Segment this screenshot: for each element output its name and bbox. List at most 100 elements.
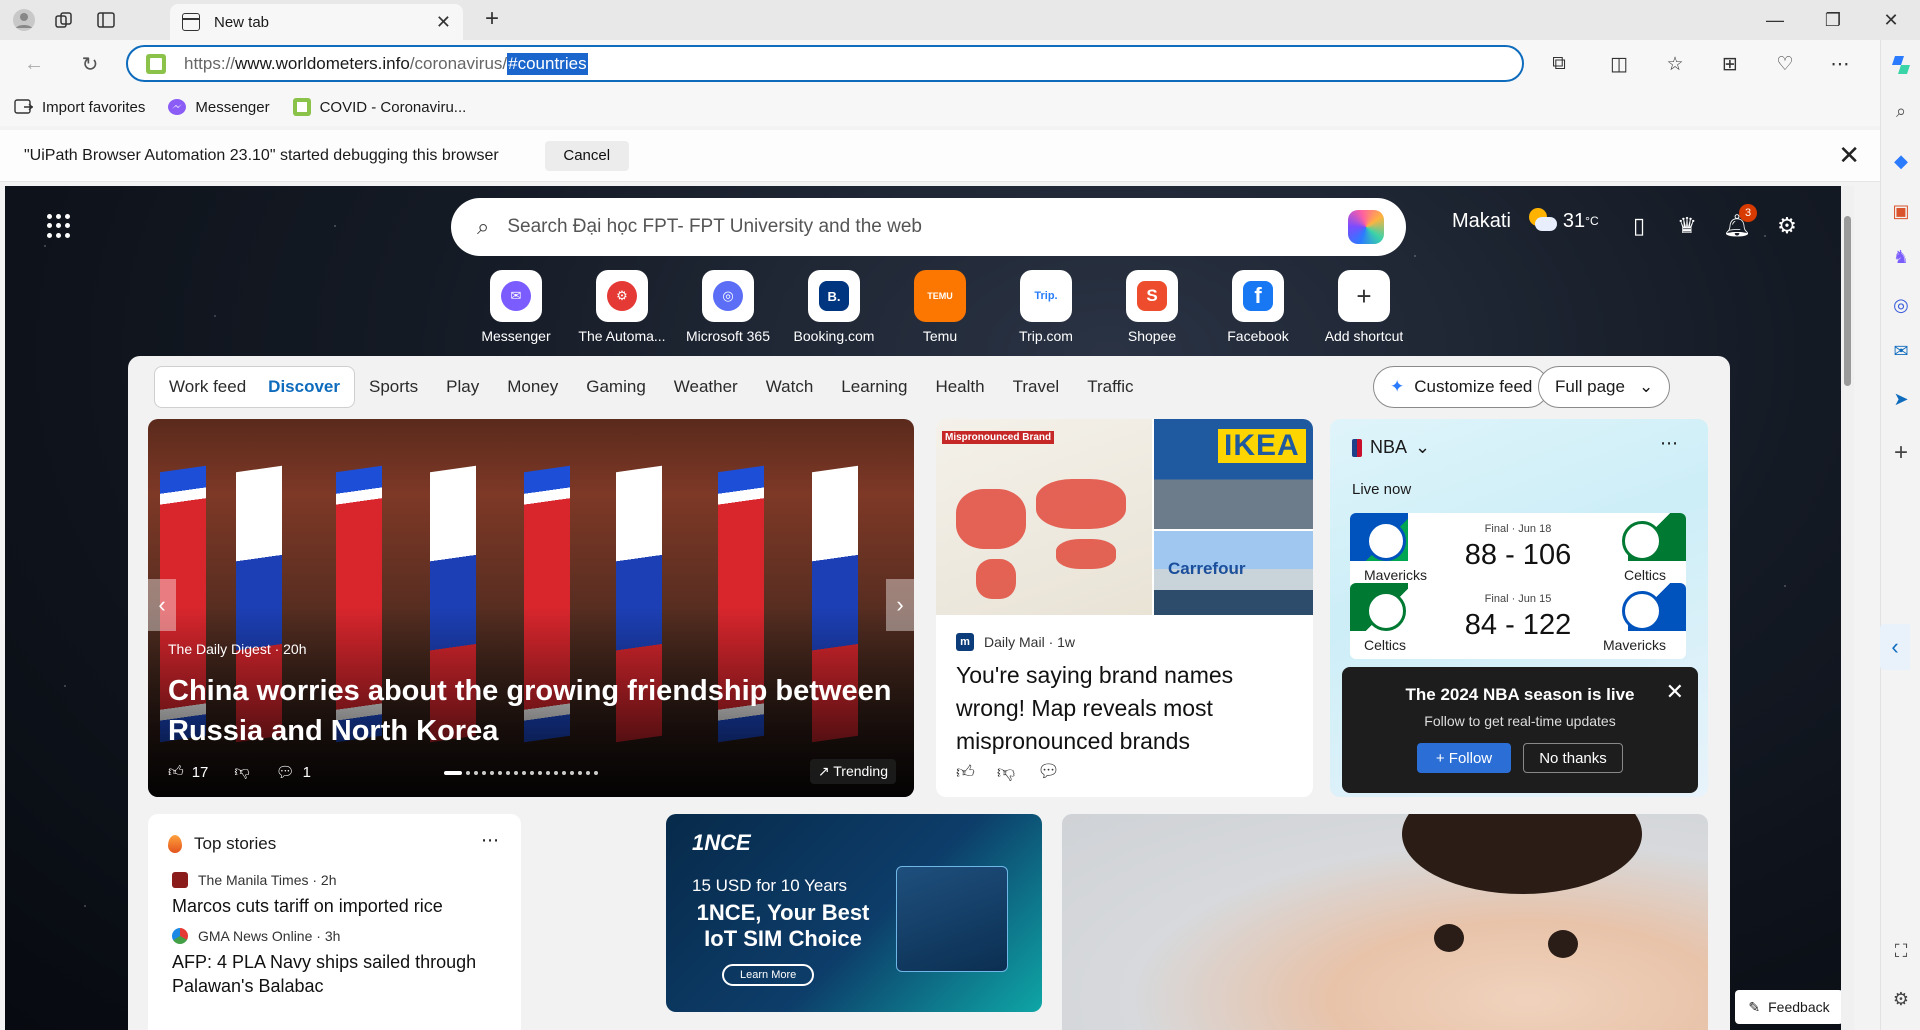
- ad-card[interactable]: 1NCE 15 USD for 10 Years 1NCE, Your Best…: [666, 814, 1042, 1012]
- send-icon[interactable]: ➤: [1888, 386, 1914, 412]
- nav-gaming[interactable]: Gaming: [586, 377, 646, 397]
- feedback-button[interactable]: ✎ Feedback: [1735, 990, 1843, 1024]
- add-sidebar-icon[interactable]: +: [1888, 439, 1914, 466]
- favorite-import[interactable]: Import favorites: [14, 98, 145, 116]
- tab-new-tab[interactable]: New tab ✕: [170, 4, 463, 40]
- nav-play[interactable]: Play: [446, 377, 479, 397]
- like-icon[interactable]: 👍︎: [168, 763, 184, 781]
- favorites-icon[interactable]: ☆: [1661, 50, 1689, 78]
- map-tag: Mispronounced Brand: [942, 431, 1055, 444]
- more-menu-icon[interactable]: ⋯: [1826, 50, 1854, 78]
- shortcut-add[interactable]: + Add shortcut: [1311, 270, 1417, 344]
- address-bar[interactable]: https://www.worldometers.info/coronaviru…: [126, 45, 1524, 82]
- screenshot-icon[interactable]: ⛶: [1888, 938, 1914, 964]
- tools-icon[interactable]: ▣: [1888, 198, 1914, 224]
- nav-traffic[interactable]: Traffic: [1087, 377, 1133, 397]
- brand-map-article[interactable]: Mispronounced Brand IKEA Carrefour m Dail…: [936, 419, 1313, 797]
- shortcut-automation[interactable]: ⚙ The Automa...: [569, 270, 675, 344]
- dislike-icon[interactable]: 👎︎: [234, 763, 249, 781]
- article-title[interactable]: You're saying brand names wrong! Map rev…: [956, 659, 1301, 758]
- layout-dropdown[interactable]: Full page ⌄: [1538, 366, 1671, 408]
- comment-icon[interactable]: 💬︎: [276, 763, 295, 781]
- notifications-icon[interactable]: 🔔︎ 3: [1721, 204, 1757, 242]
- search-icon[interactable]: ⌕: [1888, 98, 1914, 124]
- sidebar-settings-icon[interactable]: ⚙: [1888, 986, 1914, 1012]
- cancel-debug-button[interactable]: Cancel: [544, 140, 629, 171]
- page-settings-icon[interactable]: ⚙: [1771, 210, 1803, 242]
- games-icon[interactable]: ♞: [1888, 244, 1914, 270]
- back-button[interactable]: ←: [18, 48, 50, 80]
- weather-widget[interactable]: Makati 31 °C: [1452, 208, 1599, 234]
- new-tab-button[interactable]: +: [478, 6, 506, 34]
- story-title[interactable]: AFP: 4 PLA Navy ships sailed through Pal…: [172, 950, 502, 998]
- browser-essentials-icon[interactable]: ♡: [1771, 50, 1799, 78]
- more-options-icon[interactable]: ⋯: [481, 830, 499, 851]
- article-source: The Daily Digest · 20h: [168, 641, 307, 657]
- shortcut-messenger[interactable]: ✉ Messenger: [463, 270, 569, 344]
- learn-more-button[interactable]: Learn More: [722, 964, 815, 986]
- carousel-next-icon[interactable]: ›: [886, 579, 914, 631]
- vertical-tabs-icon[interactable]: [86, 0, 126, 40]
- nav-money[interactable]: Money: [507, 377, 558, 397]
- article-title[interactable]: China worries about the growing friendsh…: [168, 671, 898, 751]
- apps-launcher-icon[interactable]: [47, 214, 71, 238]
- outlook-icon[interactable]: ✉: [1888, 338, 1914, 364]
- copilot-icon[interactable]: [1888, 52, 1914, 78]
- collections-icon[interactable]: ⊞: [1716, 50, 1744, 78]
- minimize-button[interactable]: —: [1746, 0, 1804, 40]
- shortcut-booking[interactable]: B. Booking.com: [781, 270, 887, 344]
- split-screen-icon[interactable]: ◫: [1605, 50, 1633, 78]
- close-infobar-icon[interactable]: ✕: [1838, 142, 1860, 168]
- hero-article[interactable]: ‹ › The Daily Digest · 20h China worries…: [148, 419, 914, 797]
- workspaces-icon[interactable]: [44, 0, 84, 40]
- shopping-icon[interactable]: ◆: [1888, 148, 1914, 174]
- favorite-covid[interactable]: COVID - Coronaviru...: [292, 98, 466, 116]
- photo-article[interactable]: [1062, 814, 1708, 1030]
- profile-icon[interactable]: [4, 0, 44, 40]
- carousel-dots[interactable]: [444, 771, 598, 775]
- site-info-icon[interactable]: [146, 53, 166, 74]
- scrollbar-thumb[interactable]: [1844, 216, 1851, 386]
- carousel-prev-icon[interactable]: ‹: [148, 579, 176, 631]
- shortcut-facebook[interactable]: f Facebook: [1205, 270, 1311, 344]
- game-card[interactable]: Celtics Mavericks Final · Jun 15 84 - 12…: [1350, 583, 1686, 659]
- tab-work-feed[interactable]: Work feed: [169, 377, 246, 397]
- shortcut-shopee[interactable]: S Shopee: [1099, 270, 1205, 344]
- nav-sports[interactable]: Sports: [369, 377, 418, 397]
- extensions-icon[interactable]: ⧉: [1545, 50, 1573, 78]
- nav-health[interactable]: Health: [935, 377, 984, 397]
- list-item[interactable]: The Manila Times · 2h Marcos cuts tariff…: [172, 872, 502, 918]
- tab-discover[interactable]: Discover: [268, 377, 340, 397]
- like-icon[interactable]: 👍︎: [956, 761, 975, 783]
- no-thanks-button[interactable]: No thanks: [1523, 743, 1623, 773]
- shortcut-trip[interactable]: Trip. Trip.com: [993, 270, 1099, 344]
- phone-icon[interactable]: ▯: [1623, 210, 1655, 242]
- follow-button[interactable]: + Follow: [1417, 743, 1511, 773]
- rewards-icon[interactable]: ♛: [1671, 210, 1703, 242]
- m365-icon[interactable]: ◎: [1888, 292, 1914, 318]
- dislike-icon[interactable]: 👎︎: [997, 761, 1015, 783]
- nav-travel[interactable]: Travel: [1013, 377, 1060, 397]
- refresh-button[interactable]: ↻: [74, 48, 106, 80]
- nav-learning[interactable]: Learning: [841, 377, 907, 397]
- nav-weather[interactable]: Weather: [674, 377, 738, 397]
- expand-sidebar-icon[interactable]: ‹: [1880, 624, 1910, 670]
- close-popup-icon[interactable]: ✕: [1666, 679, 1684, 705]
- nba-header[interactable]: NBA ⌄: [1352, 437, 1430, 458]
- comment-icon[interactable]: 💬︎: [1037, 761, 1060, 783]
- shortcut-temu[interactable]: TEMU Temu: [887, 270, 993, 344]
- close-tab-icon[interactable]: ✕: [436, 12, 451, 33]
- favorite-messenger[interactable]: Messenger: [167, 98, 270, 116]
- list-item[interactable]: GMA News Online · 3h AFP: 4 PLA Navy shi…: [172, 928, 502, 998]
- page-scrollbar[interactable]: [1841, 186, 1854, 1030]
- restore-button[interactable]: ❐: [1804, 0, 1862, 40]
- more-options-icon[interactable]: ⋯: [1660, 433, 1678, 454]
- nav-watch[interactable]: Watch: [766, 377, 814, 397]
- close-window-button[interactable]: ✕: [1862, 0, 1920, 40]
- web-search-box[interactable]: ⌕ Search Đại học FPT- FPT University and…: [451, 198, 1406, 256]
- game-card[interactable]: Mavericks Celtics Final · Jun 18 88 - 10…: [1350, 513, 1686, 589]
- story-title[interactable]: Marcos cuts tariff on imported rice: [172, 894, 502, 918]
- copilot-icon[interactable]: [1348, 210, 1384, 244]
- shortcut-m365[interactable]: ◎ Microsoft 365: [675, 270, 781, 344]
- customize-feed-button[interactable]: ✦ Customize feed: [1373, 366, 1550, 408]
